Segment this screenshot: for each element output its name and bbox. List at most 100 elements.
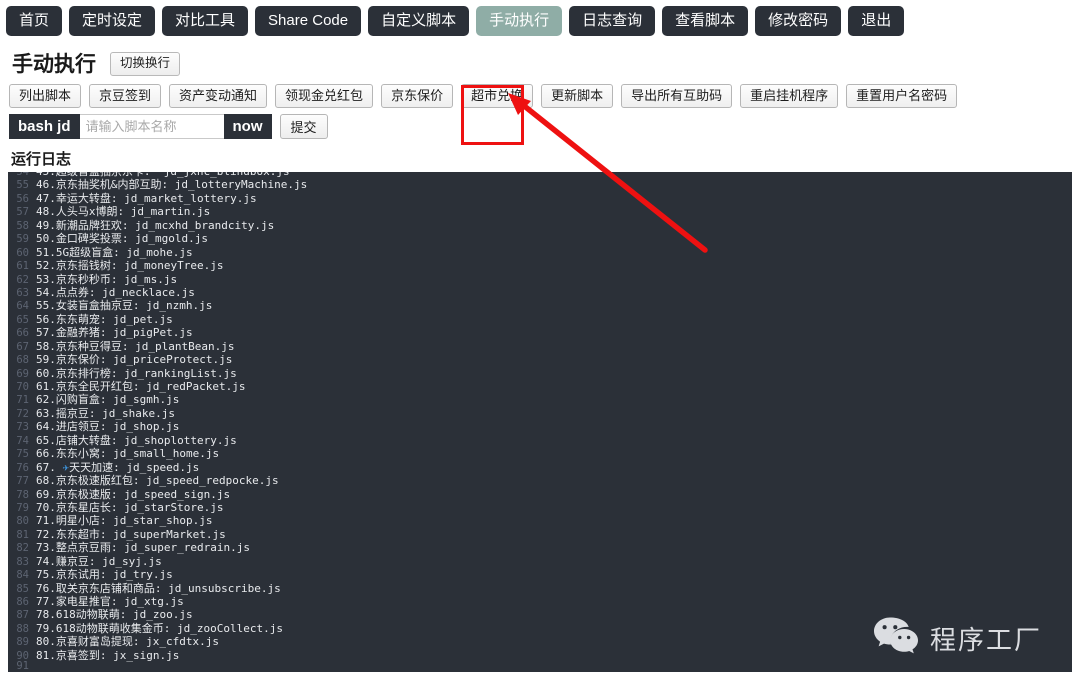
log-line: 70 61.京东全民开红包: jd_redPacket.js <box>8 378 1072 393</box>
submit-button[interactable]: 提交 <box>279 114 328 139</box>
nav-item-8[interactable]: 修改密码 <box>755 6 842 36</box>
nav-item-9[interactable]: 退出 <box>848 6 905 36</box>
log-line-number: 77 <box>16 475 29 488</box>
nav-item-1[interactable]: 定时设定 <box>69 6 156 36</box>
watermark-text: 程序工厂 <box>929 625 1042 655</box>
command-input-group: bash jd now <box>9 114 272 139</box>
log-line: 71 62.闪购盲盒: jd_sgmh.js <box>8 391 1072 407</box>
log-line-text: 81.京喜签到: jx_sign.js <box>36 648 180 662</box>
log-line-number: 69 <box>16 367 29 380</box>
log-line-number: 78 <box>16 488 29 501</box>
log-line-number: 81 <box>16 528 29 541</box>
script-button-3[interactable]: 领现金兑红包 <box>275 84 374 108</box>
log-line-number: 80 <box>16 515 29 528</box>
log-line: 77 68.京东极速版红包: jd_speed_redpocke.js <box>8 472 1072 488</box>
log-line-number: 86 <box>16 596 29 608</box>
page-heading-row: 手动执行 切换换行 <box>0 42 1080 76</box>
script-button-7[interactable]: 导出所有互助码 <box>621 84 733 108</box>
log-line-number: 85 <box>16 582 29 595</box>
log-line: 76 67. ✈天天加速: jd_speed.js <box>8 459 1072 474</box>
log-line-number: 55 <box>16 179 29 192</box>
script-name-input[interactable] <box>79 114 224 139</box>
run-log-panel[interactable]: 5445.超级盲盒抽京东卡: jd_jxnc_blindbox.js5546.京… <box>8 172 1072 672</box>
nav-item-6[interactable]: 日志查询 <box>569 6 656 36</box>
log-line: 59 50.金口碑奖投票: jd_mgold.js <box>8 230 1072 246</box>
log-line-number: 79 <box>16 501 29 514</box>
log-line-number: 87 <box>16 609 29 622</box>
log-line: 85 76.取关京东店铺和商品: jd_unsubscribe.js <box>8 580 1072 595</box>
log-line-number: 64 <box>16 300 29 313</box>
log-line-number: 65 <box>16 313 29 326</box>
script-button-2[interactable]: 资产变动通知 <box>169 84 268 108</box>
nav-item-4[interactable]: 自定义脚本 <box>368 6 470 36</box>
log-line-number: 61 <box>16 260 29 273</box>
log-line: 81 72.东东超市: jd_superMarket.js <box>8 526 1072 541</box>
nav-item-3[interactable]: Share Code <box>255 6 362 36</box>
log-line: 69 60.京东排行榜: jd_rankingList.js <box>8 365 1072 380</box>
log-line-number: 62 <box>16 273 29 286</box>
log-line-number: 82 <box>16 542 29 555</box>
log-line: 86 77.家电星推官: jd_xtg.js <box>8 593 1072 608</box>
log-line-number: 66 <box>16 327 29 340</box>
log-lines-container: 5445.超级盲盒抽京东卡: jd_jxnc_blindbox.js5546.京… <box>8 172 1072 672</box>
log-line: 72 63.摇京豆: jd_shake.js <box>8 405 1072 420</box>
log-line: 62 53.京东秒秒币: jd_ms.js <box>8 271 1072 286</box>
log-line-number: 84 <box>16 569 29 582</box>
log-line: 55 46.京东抽奖机&内部互助: jd_lotteryMachine.js <box>8 176 1072 192</box>
top-navigation-bar: 首页 定时设定 对比工具 Share Code 自定义脚本 手动执行 日志查询 查看脚本 修改密… <box>0 0 1080 42</box>
log-line-number: 68 <box>16 354 29 367</box>
log-line-number: 75 <box>16 448 29 461</box>
command-prefix-label: bash jd <box>9 114 80 139</box>
log-line-number: 74 <box>16 434 29 447</box>
log-line-number: 89 <box>16 636 29 649</box>
script-button-4[interactable]: 京东保价 <box>381 84 454 108</box>
nav-item-7[interactable]: 查看脚本 <box>662 6 749 36</box>
log-line: 80 71.明星小店: jd_star_shop.js <box>8 512 1072 528</box>
log-line: 79 70.京东星店长: jd_starStore.js <box>8 499 1072 514</box>
watermark: 程序工厂 <box>873 616 1042 661</box>
log-line: 82 73.整点京豆雨: jd_super_redrain.js <box>8 539 1072 555</box>
log-line-number: 58 <box>16 219 29 232</box>
script-action-button-row: 列出脚本 京豆签到 资产变动通知 领现金兑红包 京东保价 超市兑换 更新脚本 导出所有互助码重… <box>0 76 1080 108</box>
log-line: 78 69.京东极速版: jd_speed_sign.js <box>8 486 1072 501</box>
command-input-row: bash jd now 提交 <box>0 106 1080 139</box>
log-line: 66 57.金融养猪: jd_pigPet.js <box>8 324 1072 340</box>
nav-item-2[interactable]: 对比工具 <box>162 6 249 36</box>
log-line: 73 64.进店领豆: jd_shop.js <box>8 418 1072 433</box>
log-line-number: 91 <box>16 660 29 672</box>
log-line: 56 47.幸运大转盘: jd_market_lottery.js <box>8 190 1072 205</box>
script-button-0[interactable]: 列出脚本 <box>9 84 82 108</box>
log-line-number: 57 <box>16 206 29 219</box>
log-line: 68 59.京东保价: jd_priceProtect.js <box>8 351 1072 367</box>
script-button-6[interactable]: 更新脚本 <box>541 84 614 108</box>
log-line-number: 59 <box>16 233 29 246</box>
log-line: 61 52.京东摇钱树: jd_moneyTree.js <box>8 257 1072 273</box>
toggle-wrap-button[interactable]: 切换换行 <box>110 52 181 76</box>
log-line-number: 60 <box>16 246 29 259</box>
log-line: 60 51.5G超级盲盒: jd_mohe.js <box>8 244 1072 259</box>
log-line-number: 88 <box>16 622 29 635</box>
log-line-number: 56 <box>16 192 29 205</box>
log-line: 84 75.京东试用: jd_try.js <box>8 566 1072 582</box>
log-line: 57 48.人头马x博朗: jd_martin.js <box>8 203 1072 219</box>
log-line: 58 49.新潮品牌狂欢: jd_mcxhd_brandcity.js <box>8 217 1072 232</box>
log-line-number: 83 <box>16 555 29 568</box>
command-suffix-label: now <box>223 114 272 139</box>
log-line-number: 72 <box>16 407 29 420</box>
log-line: 64 55.女装盲盒抽京豆: jd_nzmh.js <box>8 297 1072 313</box>
log-section-title: 运行日志 <box>11 151 72 168</box>
script-button-9[interactable]: 重置用户名密码 <box>846 84 958 108</box>
script-button-8[interactable]: 重启挂机程序 <box>740 84 839 108</box>
log-line-number: 70 <box>16 381 29 393</box>
log-line-number: 67 <box>16 340 29 353</box>
log-line-number: 71 <box>16 394 29 407</box>
log-line: 74 65.店铺大转盘: jd_shoplottery.js <box>8 432 1072 447</box>
log-line: 63 54.点点券: jd_necklace.js <box>8 284 1072 299</box>
log-line-number: 76 <box>16 461 29 474</box>
nav-item-0[interactable]: 首页 <box>6 6 63 36</box>
script-button-5[interactable]: 超市兑换 <box>461 84 534 108</box>
script-button-1[interactable]: 京豆签到 <box>89 84 162 108</box>
log-line: 67 58.京东种豆得豆: jd_plantBean.js <box>8 338 1072 353</box>
nav-item-5[interactable]: 手动执行 <box>476 6 563 36</box>
log-line: 65 56.东东萌宠: jd_pet.js <box>8 311 1072 326</box>
